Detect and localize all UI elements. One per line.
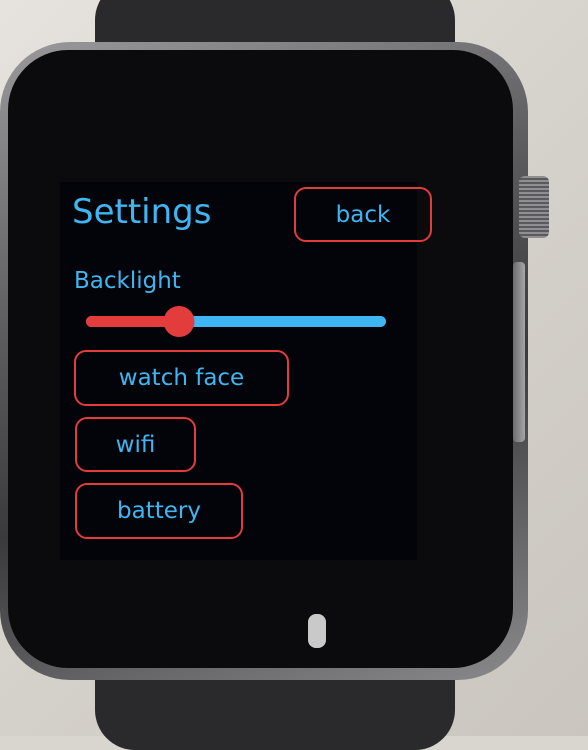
side-button[interactable]	[513, 262, 525, 442]
slider-knob[interactable]	[163, 306, 195, 337]
digital-crown[interactable]	[519, 176, 549, 238]
backlight-label: Backlight	[74, 268, 181, 294]
watch-face-button[interactable]: watch face	[74, 350, 289, 406]
wifi-button[interactable]: wifi	[75, 417, 196, 472]
back-button[interactable]: back	[294, 187, 432, 242]
microphone-icon	[308, 614, 326, 648]
battery-button[interactable]: battery	[75, 483, 243, 539]
backlight-slider[interactable]	[86, 306, 386, 337]
page-title: Settings	[72, 192, 212, 232]
